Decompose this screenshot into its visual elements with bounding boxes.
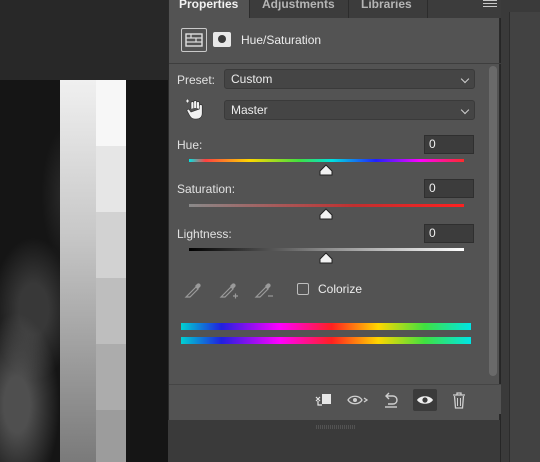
chevron-down-icon: [460, 105, 470, 115]
scrollbar-thumb[interactable]: [489, 66, 497, 376]
delete-trash-icon[interactable]: [447, 389, 471, 411]
eyedropper-add-icon[interactable]: [218, 278, 240, 300]
chevron-down-icon: [460, 74, 470, 84]
header-divider: [169, 63, 501, 64]
lightness-slider-track[interactable]: [189, 248, 464, 251]
preset-label: Preset:: [177, 73, 216, 87]
output-color-spectrum: [181, 337, 471, 344]
eyedropper-subtract-icon[interactable]: [253, 278, 275, 300]
colorize-checkbox[interactable]: [297, 283, 309, 295]
panel-footer: [169, 384, 501, 414]
hue-slider-track[interactable]: [189, 159, 464, 162]
tab-adjustments[interactable]: Adjustments: [250, 0, 348, 18]
panel-tab-bar: Properties Adjustments Libraries: [169, 0, 501, 18]
on-image-adjustment-hand-icon[interactable]: [185, 99, 205, 121]
preset-select[interactable]: Custom: [224, 69, 475, 89]
lightness-slider-thumb[interactable]: [319, 252, 333, 264]
hamburger-menu-icon[interactable]: [483, 0, 497, 10]
document-canvas-area: [0, 0, 168, 462]
saturation-slider-thumb[interactable]: [319, 208, 333, 220]
saturation-input[interactable]: 0: [424, 179, 474, 198]
adjustment-header: Hue/Saturation: [169, 18, 501, 64]
colorize-label: Colorize: [318, 282, 363, 296]
hue-saturation-adjustment-icon[interactable]: [181, 28, 207, 52]
tab-properties[interactable]: Properties: [169, 0, 249, 18]
right-panel-dock: [500, 0, 540, 462]
hue-slider-thumb[interactable]: [319, 164, 333, 176]
lightness-input[interactable]: 0: [424, 224, 474, 243]
channel-select[interactable]: Master: [224, 100, 475, 120]
saturation-slider-track[interactable]: [189, 204, 464, 207]
hue-label: Hue:: [177, 138, 203, 152]
panel-resize-grip[interactable]: [316, 416, 356, 429]
panel-scrollbar[interactable]: [487, 64, 499, 382]
tab-libraries[interactable]: Libraries: [349, 0, 427, 18]
saturation-label: Saturation:: [177, 182, 236, 196]
eyedropper-icon[interactable]: [183, 278, 205, 300]
view-previous-state-icon[interactable]: [345, 389, 369, 411]
adjustment-title: Hue/Saturation: [241, 33, 322, 47]
visibility-eye-icon[interactable]: [413, 389, 437, 411]
properties-panel: Properties Adjustments Libraries Hue/Sat…: [168, 0, 501, 420]
input-color-spectrum: [181, 323, 471, 330]
preset-value: Custom: [231, 72, 273, 86]
lightness-label: Lightness:: [177, 227, 232, 241]
reset-icon[interactable]: [379, 389, 403, 411]
layer-mask-icon[interactable]: [213, 32, 231, 47]
clip-to-layer-icon[interactable]: [311, 389, 335, 411]
grayscale-swatch-strip: [60, 80, 126, 462]
hue-input[interactable]: 0: [424, 135, 474, 154]
channel-value: Master: [231, 103, 268, 117]
